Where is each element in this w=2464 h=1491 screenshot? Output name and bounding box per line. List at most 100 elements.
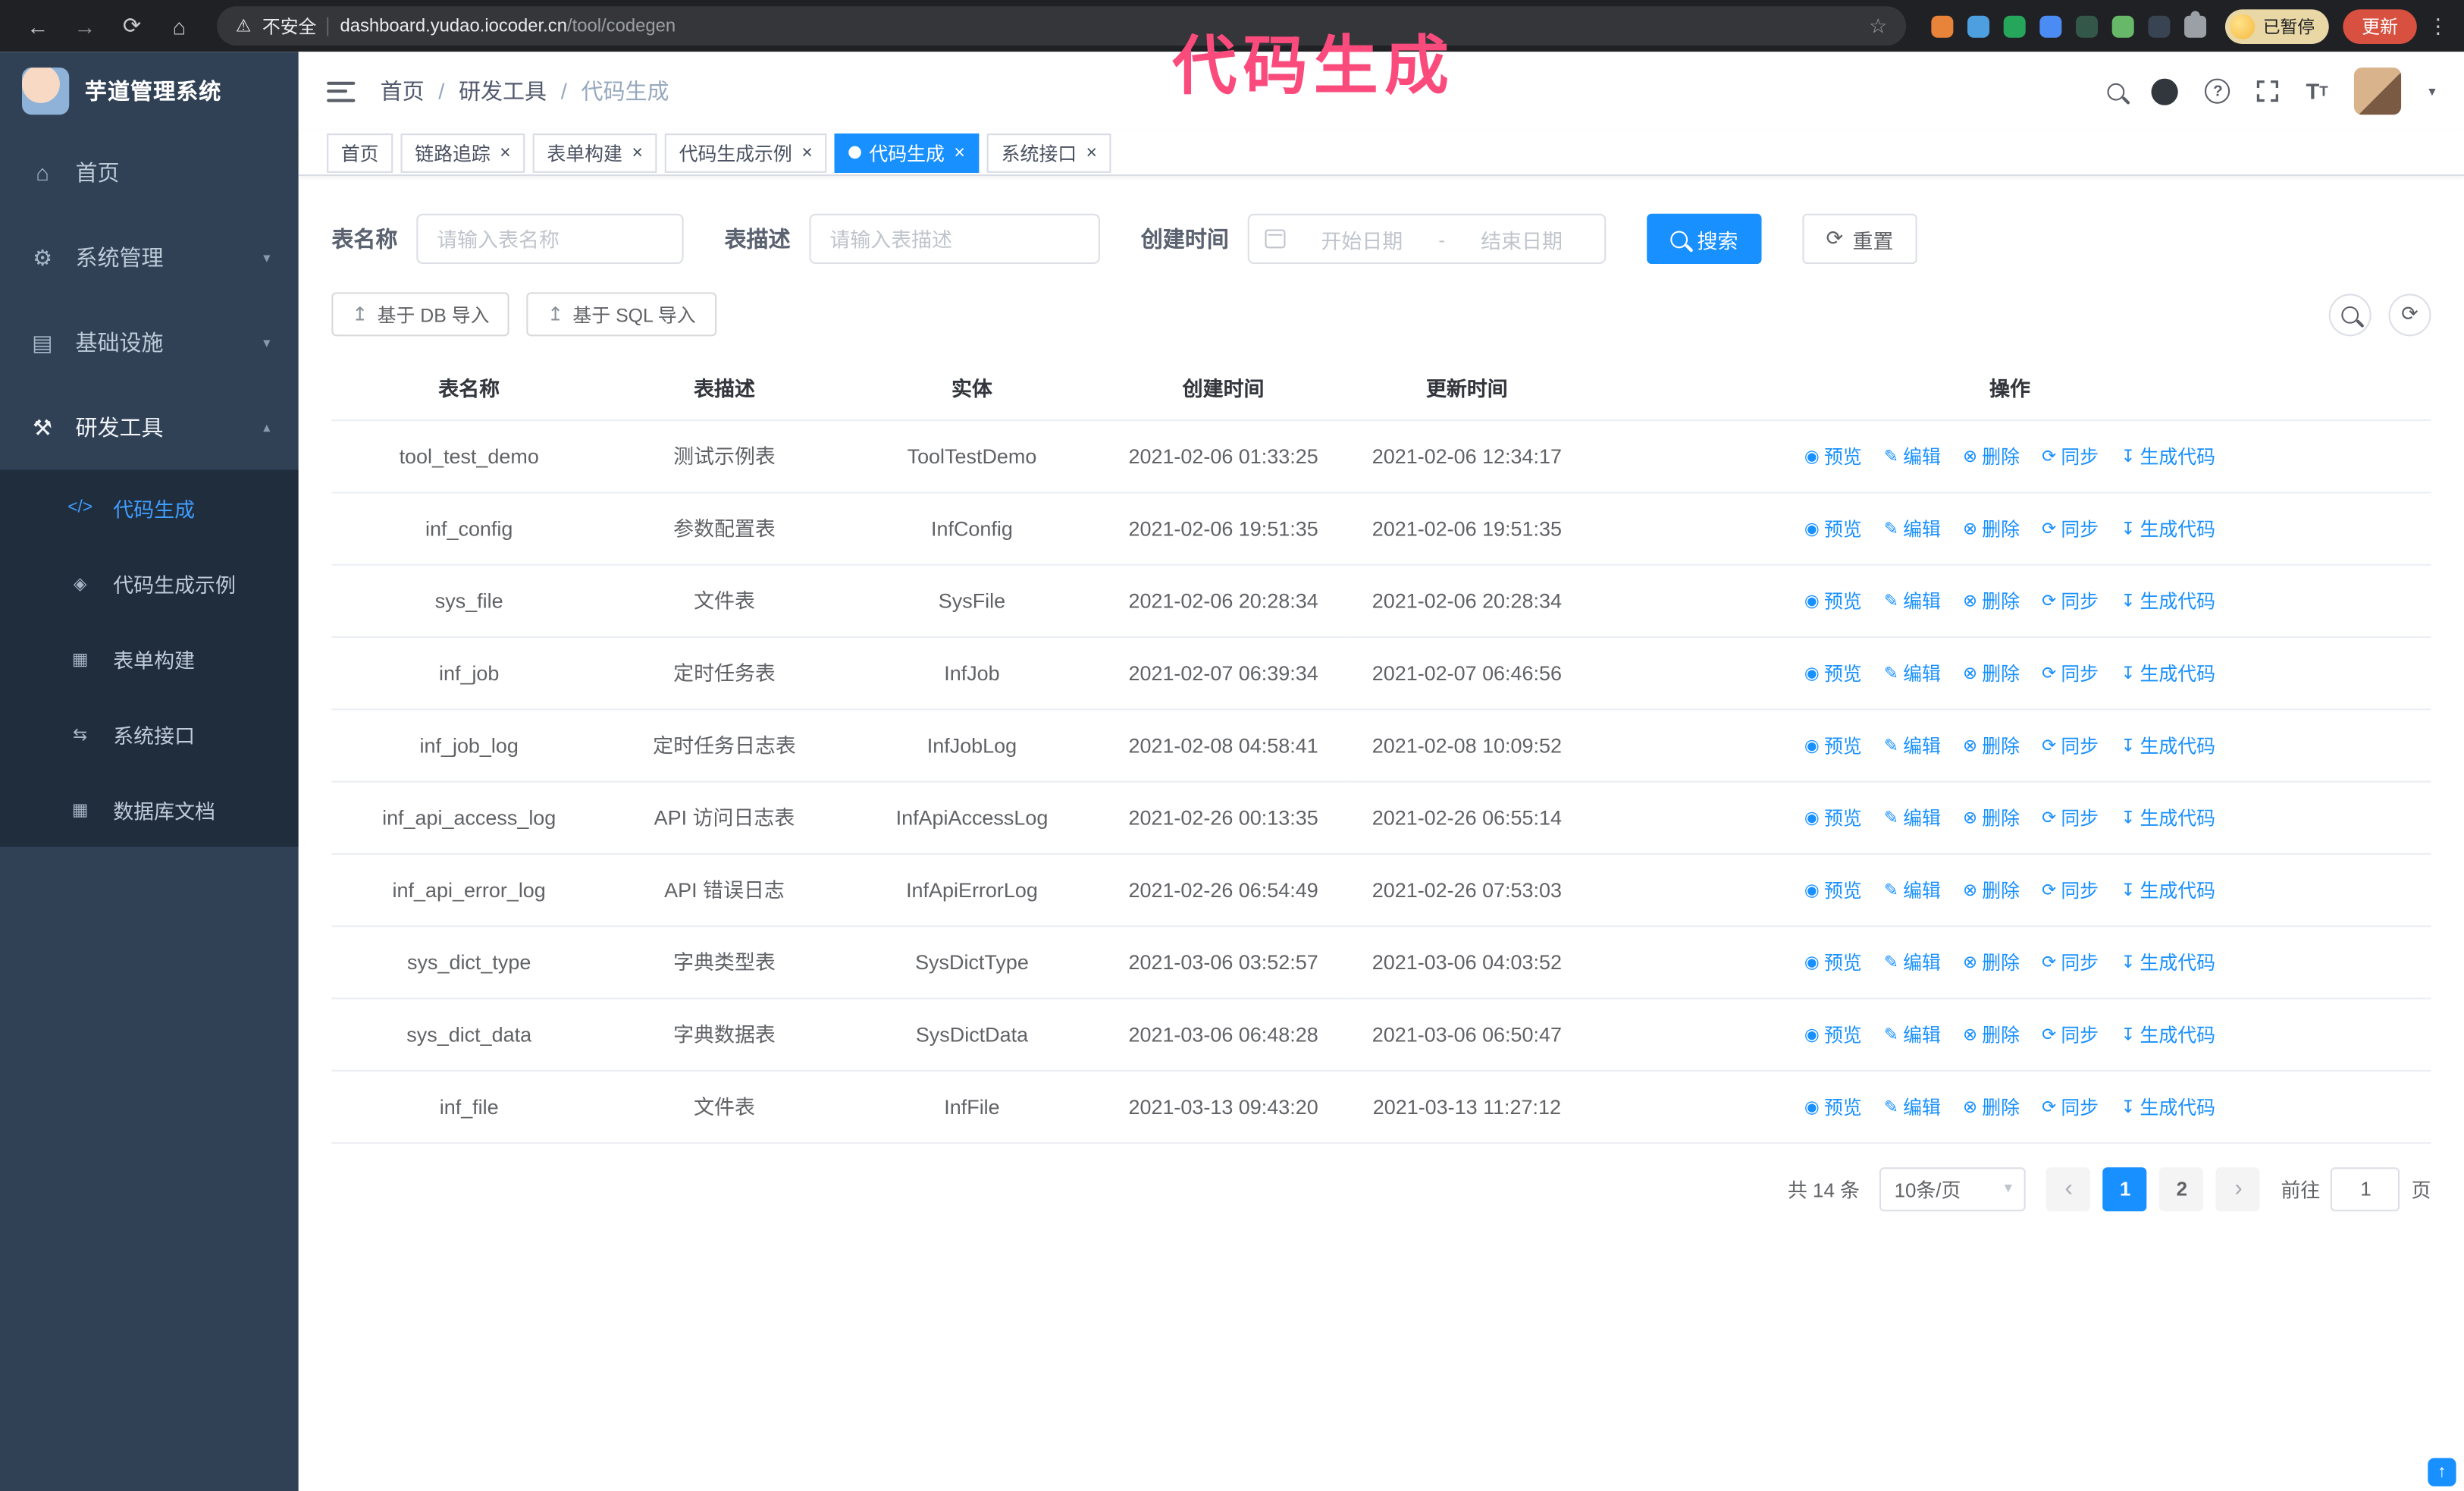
fullscreen-icon[interactable] (2257, 80, 2279, 102)
row-action-link[interactable]: ⊗ 删除 (1963, 441, 2020, 474)
row-action-link[interactable]: ⊗ 删除 (1963, 802, 2020, 836)
back-to-top-button[interactable]: ↑ (2428, 1458, 2456, 1486)
row-action-link[interactable]: ⊗ 删除 (1963, 1091, 2020, 1125)
row-action-link[interactable]: ↧ 生成代码 (2121, 1019, 2215, 1052)
extension-icon[interactable] (1931, 14, 1954, 37)
search-button[interactable]: 搜索 (1647, 213, 1762, 265)
row-action-link[interactable]: ↧ 生成代码 (2121, 441, 2215, 474)
row-action-link[interactable]: ↧ 生成代码 (2121, 585, 2215, 619)
breadcrumb-item-home[interactable]: 首页 (381, 75, 425, 106)
row-action-link[interactable]: ↧ 生成代码 (2121, 874, 2215, 908)
import-sql-button[interactable]: ↥ 基于 SQL 导入 (527, 292, 716, 337)
table-name-input[interactable] (416, 213, 684, 265)
sidebar-menu-item[interactable]: ▤ 基础设施 ▾ (0, 300, 299, 385)
reset-button[interactable]: ⟳ 重置 (1802, 213, 1917, 265)
goto-page-input[interactable] (2331, 1166, 2401, 1211)
row-action-link[interactable]: ⊗ 删除 (1963, 874, 2020, 908)
breadcrumb-item-tools[interactable]: 研发工具 (459, 75, 547, 106)
row-action-link[interactable]: ◉ 预览 (1804, 874, 1862, 908)
row-action-link[interactable]: ✎ 编辑 (1884, 730, 1941, 763)
row-action-link[interactable]: ⊗ 删除 (1963, 946, 2020, 980)
tab[interactable]: 链路追踪 × (400, 133, 525, 172)
row-action-link[interactable]: ✎ 编辑 (1884, 441, 1941, 474)
browser-back-icon[interactable]: ← (16, 4, 60, 48)
row-action-link[interactable]: ⟳ 同步 (2042, 1019, 2099, 1052)
row-action-link[interactable]: ↧ 生成代码 (2121, 802, 2215, 836)
row-action-link[interactable]: ↧ 生成代码 (2121, 513, 2215, 546)
tab[interactable]: 代码生成 × (834, 133, 980, 172)
row-action-link[interactable]: ◉ 预览 (1804, 585, 1862, 619)
row-action-link[interactable]: ⟳ 同步 (2042, 730, 2099, 763)
browser-update-button[interactable]: 更新 (2343, 8, 2417, 43)
row-action-link[interactable]: ◉ 预览 (1804, 946, 1862, 980)
browser-home-icon[interactable]: ⌂ (157, 4, 201, 48)
row-action-link[interactable]: ⟳ 同步 (2042, 441, 2099, 474)
row-action-link[interactable]: ✎ 编辑 (1884, 802, 1941, 836)
bookmark-star-icon[interactable]: ☆ (1869, 14, 1887, 39)
sidebar-menu-item[interactable]: ⚒ 研发工具 ▴ (0, 385, 299, 470)
sidebar-submenu-item[interactable]: ⇆ 系统接口 (0, 696, 299, 771)
prev-page-button[interactable]: ‹ (2046, 1166, 2091, 1211)
extension-icon[interactable] (2003, 14, 2026, 37)
search-icon[interactable] (2108, 82, 2126, 100)
tab[interactable]: 表单构建 × (532, 133, 657, 172)
row-action-link[interactable]: ⟳ 同步 (2042, 658, 2099, 691)
table-desc-input[interactable] (809, 213, 1100, 265)
row-action-link[interactable]: ✎ 编辑 (1884, 874, 1941, 908)
row-action-link[interactable]: ✎ 编辑 (1884, 658, 1941, 691)
extension-icon[interactable] (2111, 14, 2134, 37)
user-avatar[interactable] (2354, 67, 2403, 115)
tab-close-icon[interactable]: × (500, 143, 511, 162)
tab[interactable]: 系统接口 × (986, 133, 1111, 172)
tab-close-icon[interactable]: × (1086, 143, 1098, 162)
sidebar-menu-item[interactable]: ⌂ 首页 (0, 130, 299, 215)
sidebar-submenu-item[interactable]: ◈ 代码生成示例 (0, 545, 299, 620)
tab-close-icon[interactable]: × (801, 143, 813, 162)
browser-forward-icon[interactable]: → (63, 4, 107, 48)
row-action-link[interactable]: ↧ 生成代码 (2121, 730, 2215, 763)
browser-menu-icon[interactable]: ⋮ (2428, 14, 2448, 39)
sidebar-submenu-item[interactable]: ▦ 数据库文档 (0, 771, 299, 846)
extensions-puzzle-icon[interactable] (2184, 10, 2207, 37)
sidebar-toggle-icon[interactable] (327, 80, 356, 102)
row-action-link[interactable]: ⟳ 同步 (2042, 874, 2099, 908)
row-action-link[interactable]: ⊗ 删除 (1963, 1019, 2020, 1052)
date-range-picker[interactable]: 开始日期 - 结束日期 (1247, 213, 1607, 265)
row-action-link[interactable]: ◉ 预览 (1804, 802, 1862, 836)
extension-icon[interactable] (2039, 14, 2062, 37)
next-page-button[interactable]: › (2216, 1166, 2261, 1211)
refresh-button[interactable]: ⟳ (2388, 293, 2431, 336)
browser-reload-icon[interactable]: ⟳ (110, 4, 154, 48)
sidebar-submenu-item[interactable]: ▦ 表单构建 (0, 620, 299, 695)
row-action-link[interactable]: ✎ 编辑 (1884, 1091, 1941, 1125)
tab[interactable]: 代码生成示例 × (664, 133, 827, 172)
app-logo[interactable]: 芋道管理系统 (0, 52, 299, 130)
sidebar-menu-item[interactable]: ⚙ 系统管理 ▾ (0, 215, 299, 300)
row-action-link[interactable]: ✎ 编辑 (1884, 513, 1941, 546)
row-action-link[interactable]: ◉ 预览 (1804, 658, 1862, 691)
row-action-link[interactable]: ⟳ 同步 (2042, 946, 2099, 980)
row-action-link[interactable]: ⟳ 同步 (2042, 513, 2099, 546)
row-action-link[interactable]: ⊗ 删除 (1963, 730, 2020, 763)
row-action-link[interactable]: ⟳ 同步 (2042, 585, 2099, 619)
toggle-search-button[interactable] (2328, 293, 2372, 336)
github-icon[interactable] (2152, 77, 2179, 105)
sidebar-submenu-item[interactable]: </> 代码生成 (0, 469, 299, 545)
row-action-link[interactable]: ◉ 预览 (1804, 441, 1862, 474)
row-action-link[interactable]: ⊗ 删除 (1963, 658, 2020, 691)
row-action-link[interactable]: ✎ 编辑 (1884, 946, 1941, 980)
browser-address-bar[interactable]: ⚠ 不安全 dashboard.yudao.iocoder.cn/tool/co… (217, 6, 1907, 46)
row-action-link[interactable]: ✎ 编辑 (1884, 585, 1941, 619)
row-action-link[interactable]: ↧ 生成代码 (2121, 946, 2215, 980)
tab-close-icon[interactable]: × (632, 143, 643, 162)
row-action-link[interactable]: ↧ 生成代码 (2121, 658, 2215, 691)
row-action-link[interactable]: ◉ 预览 (1804, 1091, 1862, 1125)
row-action-link[interactable]: ↧ 生成代码 (2121, 1091, 2215, 1125)
row-action-link[interactable]: ⟳ 同步 (2042, 802, 2099, 836)
import-db-button[interactable]: ↥ 基于 DB 导入 (331, 292, 510, 337)
tab-close-icon[interactable]: × (954, 143, 965, 162)
page-number-button[interactable]: 2 (2159, 1166, 2204, 1211)
row-action-link[interactable]: ⊗ 删除 (1963, 585, 2020, 619)
row-action-link[interactable]: ◉ 预览 (1804, 513, 1862, 546)
font-size-icon[interactable]: TT (2306, 79, 2328, 104)
